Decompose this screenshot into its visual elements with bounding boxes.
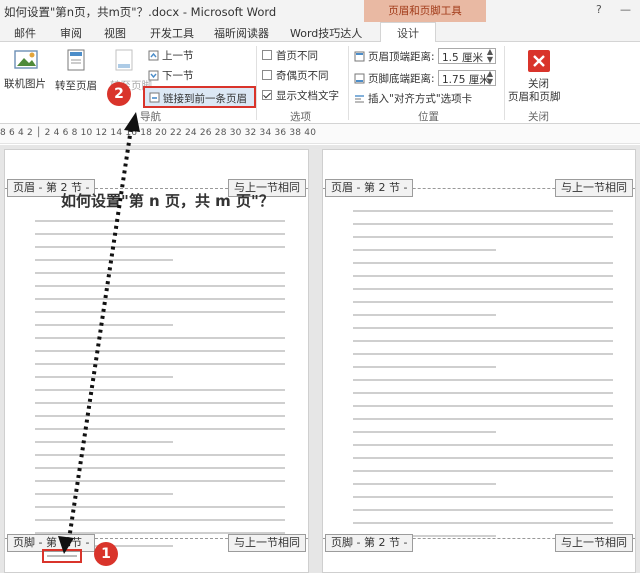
- step-1-badge: 1: [94, 542, 118, 566]
- annotation-double-arrow: [58, 112, 140, 554]
- step-2-badge: 2: [107, 82, 131, 106]
